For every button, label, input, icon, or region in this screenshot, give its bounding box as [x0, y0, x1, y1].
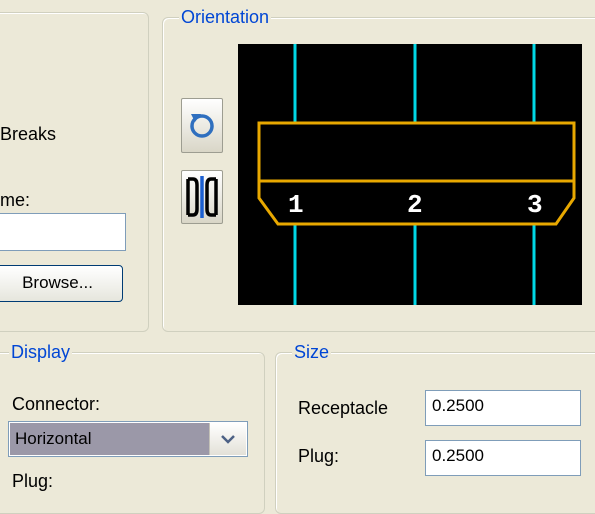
- connector-select-value: Horizontal: [10, 423, 209, 455]
- flip-icon: [186, 176, 218, 218]
- connector-select[interactable]: Horizontal: [8, 421, 248, 457]
- plug-input[interactable]: 0.2500: [425, 440, 581, 476]
- name-label: me:: [0, 190, 31, 210]
- display-plug-label: Plug:: [12, 471, 54, 491]
- connector-label: Connector:: [12, 394, 101, 414]
- name-field[interactable]: [0, 213, 126, 251]
- browse-button[interactable]: Browse...: [0, 265, 123, 302]
- flip-button[interactable]: [181, 170, 223, 224]
- pin-label-3: 3: [527, 190, 543, 220]
- pin-labels: 1 2 3: [288, 190, 543, 220]
- pin-label-1: 1: [288, 190, 304, 220]
- rotate-button[interactable]: [181, 98, 223, 153]
- chevron-down-icon: [221, 435, 235, 444]
- size-plug-label: Plug:: [298, 446, 340, 466]
- orientation-legend: Orientation: [179, 6, 272, 28]
- receptacle-input[interactable]: 0.2500: [425, 390, 581, 426]
- dropdown-button[interactable]: [209, 423, 246, 455]
- orientation-preview: 1 2 3: [238, 44, 582, 305]
- connector-preview-drawing: 1 2 3: [257, 44, 576, 305]
- size-group: Size: [275, 341, 595, 514]
- receptacle-label: Receptacle: [298, 398, 389, 418]
- wires: [293, 44, 536, 305]
- pin-label-2: 2: [407, 190, 423, 220]
- breaks-label: Breaks: [0, 124, 57, 144]
- rotate-icon: [190, 114, 214, 138]
- size-legend: Size: [292, 341, 332, 363]
- display-legend: Display: [9, 341, 73, 363]
